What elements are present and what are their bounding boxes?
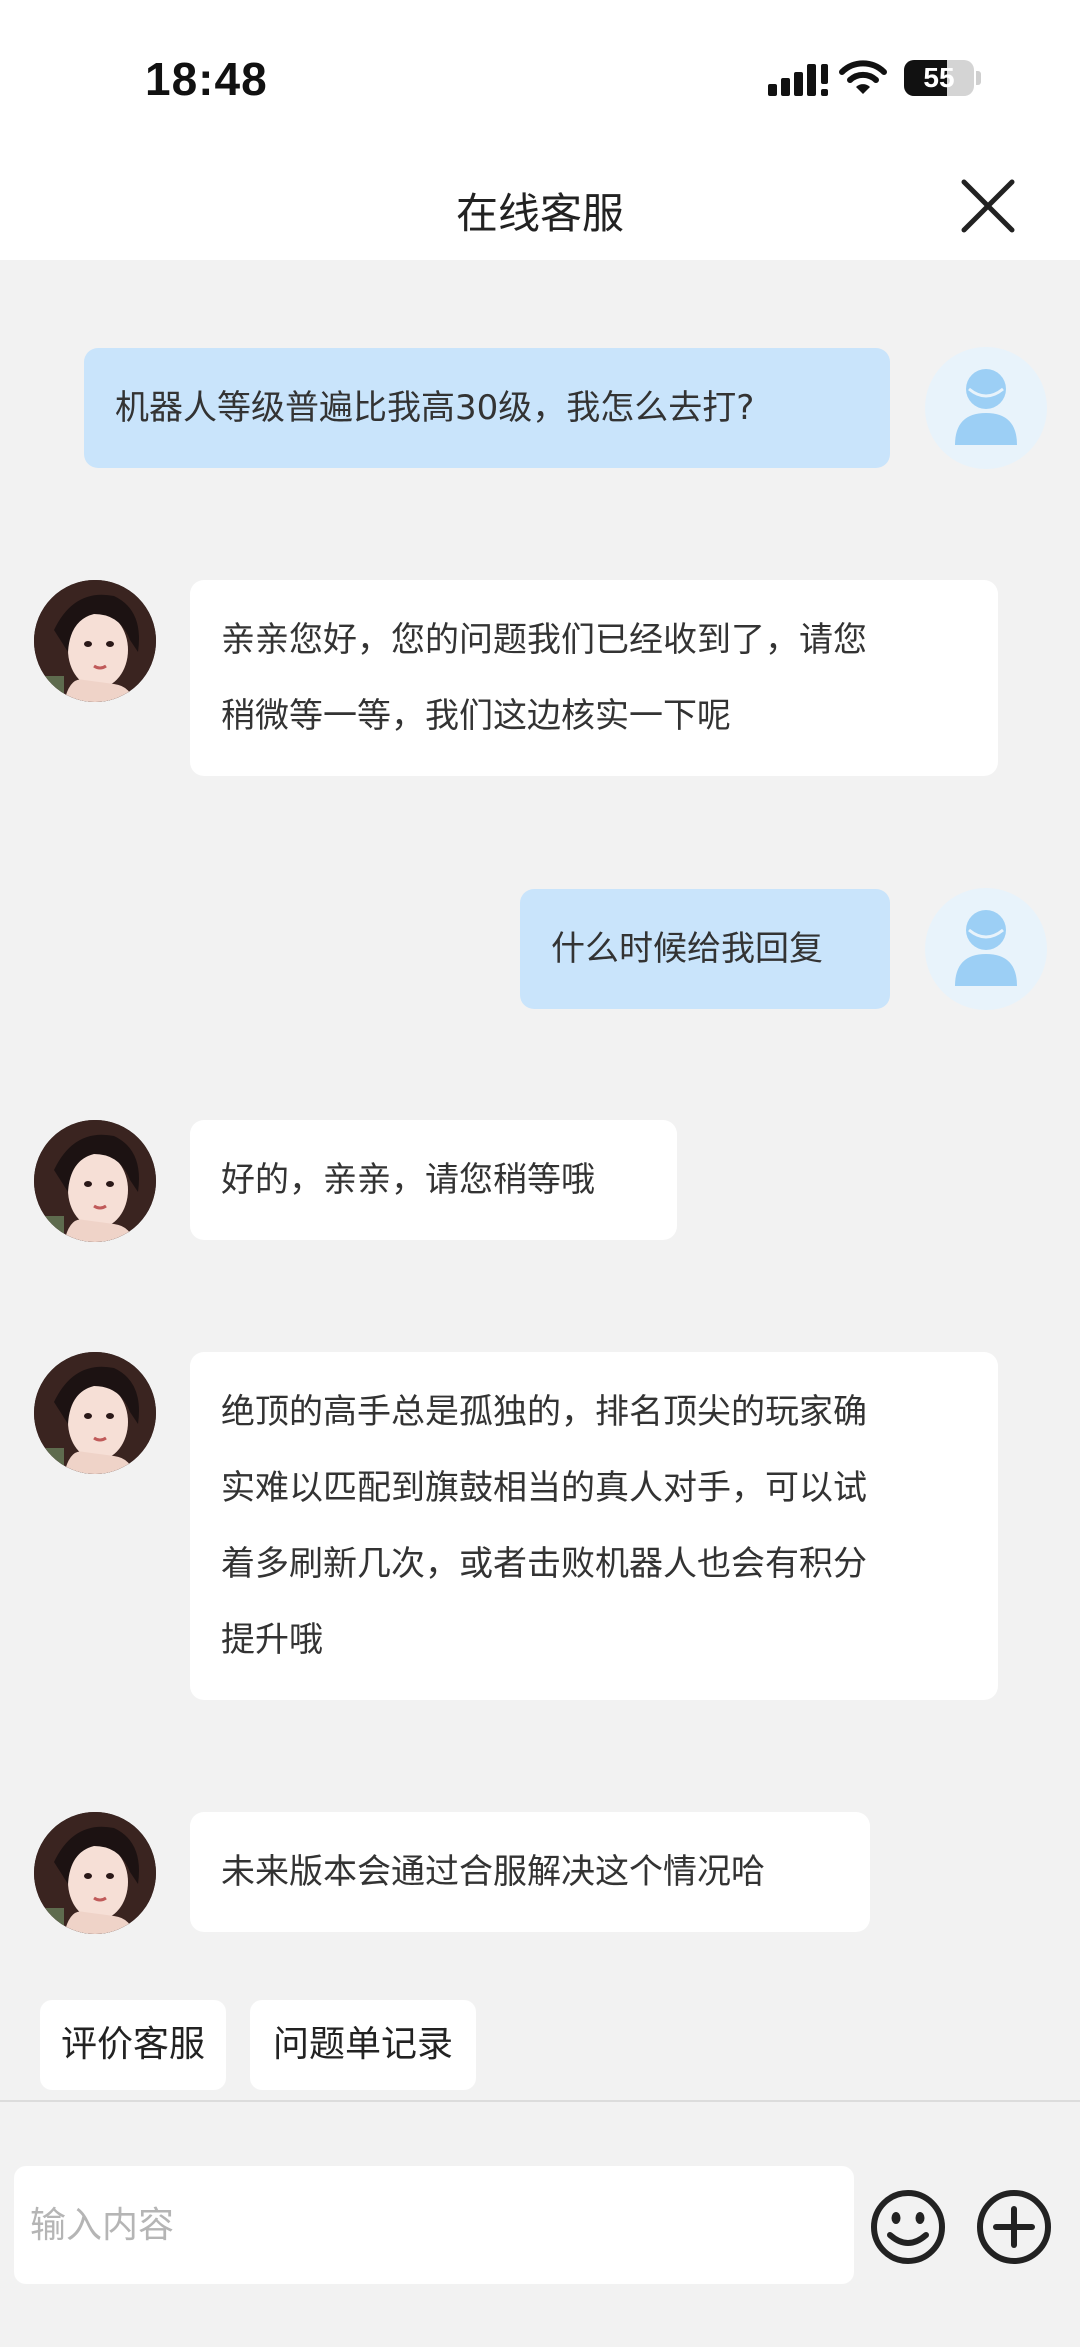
plus-circle-icon[interactable]: [974, 2187, 1054, 2267]
agent-avatar: [34, 1120, 156, 1242]
cellular-signal-icon: [768, 64, 828, 96]
agent-portrait: [34, 1120, 156, 1242]
agent-avatar: [34, 1812, 156, 1934]
agent-message-bubble: 未来版本会通过合服解决这个情况哈: [190, 1812, 870, 1932]
agent-portrait: [34, 580, 156, 702]
message-input[interactable]: [14, 2166, 854, 2284]
battery-level: 55: [923, 62, 955, 93]
page-title: 在线客服: [455, 189, 624, 238]
close-icon[interactable]: [956, 174, 1020, 238]
nav-bar: 在线客服: [0, 150, 1080, 260]
agent-avatar: [34, 1352, 156, 1474]
ticket-records-button[interactable]: 问题单记录: [250, 2000, 476, 2090]
agent-avatar: [34, 580, 156, 702]
rate-service-button[interactable]: 评价客服: [40, 2000, 226, 2090]
status-bar: 18:48 55: [0, 0, 1080, 150]
user-placeholder-icon: [955, 910, 1017, 986]
agent-portrait: [34, 1352, 156, 1474]
smiley-icon[interactable]: [868, 2187, 948, 2267]
user-message-bubble: 机器人等级普遍比我高30级，我怎么去打?: [84, 348, 890, 468]
agent-portrait: [34, 1812, 156, 1934]
agent-message-bubble: 亲亲您好，您的问题我们已经收到了，请您 稍微等一等，我们这边核实一下呢: [190, 580, 998, 776]
user-avatar: [925, 347, 1047, 469]
agent-message-bubble: 绝顶的高手总是孤独的，排名顶尖的玩家确 实难以匹配到旗鼓相当的真人对手，可以试 …: [190, 1352, 998, 1700]
battery-cap: [976, 71, 981, 85]
wifi-icon: [839, 60, 887, 94]
agent-message-bubble: 好的，亲亲，请您稍等哦: [190, 1120, 677, 1240]
status-time: 18:48: [145, 53, 268, 105]
user-placeholder-icon: [955, 369, 1017, 445]
battery-indicator: 55: [904, 60, 974, 96]
user-avatar: [925, 888, 1047, 1010]
user-message-bubble: 什么时候给我回复: [520, 889, 890, 1009]
